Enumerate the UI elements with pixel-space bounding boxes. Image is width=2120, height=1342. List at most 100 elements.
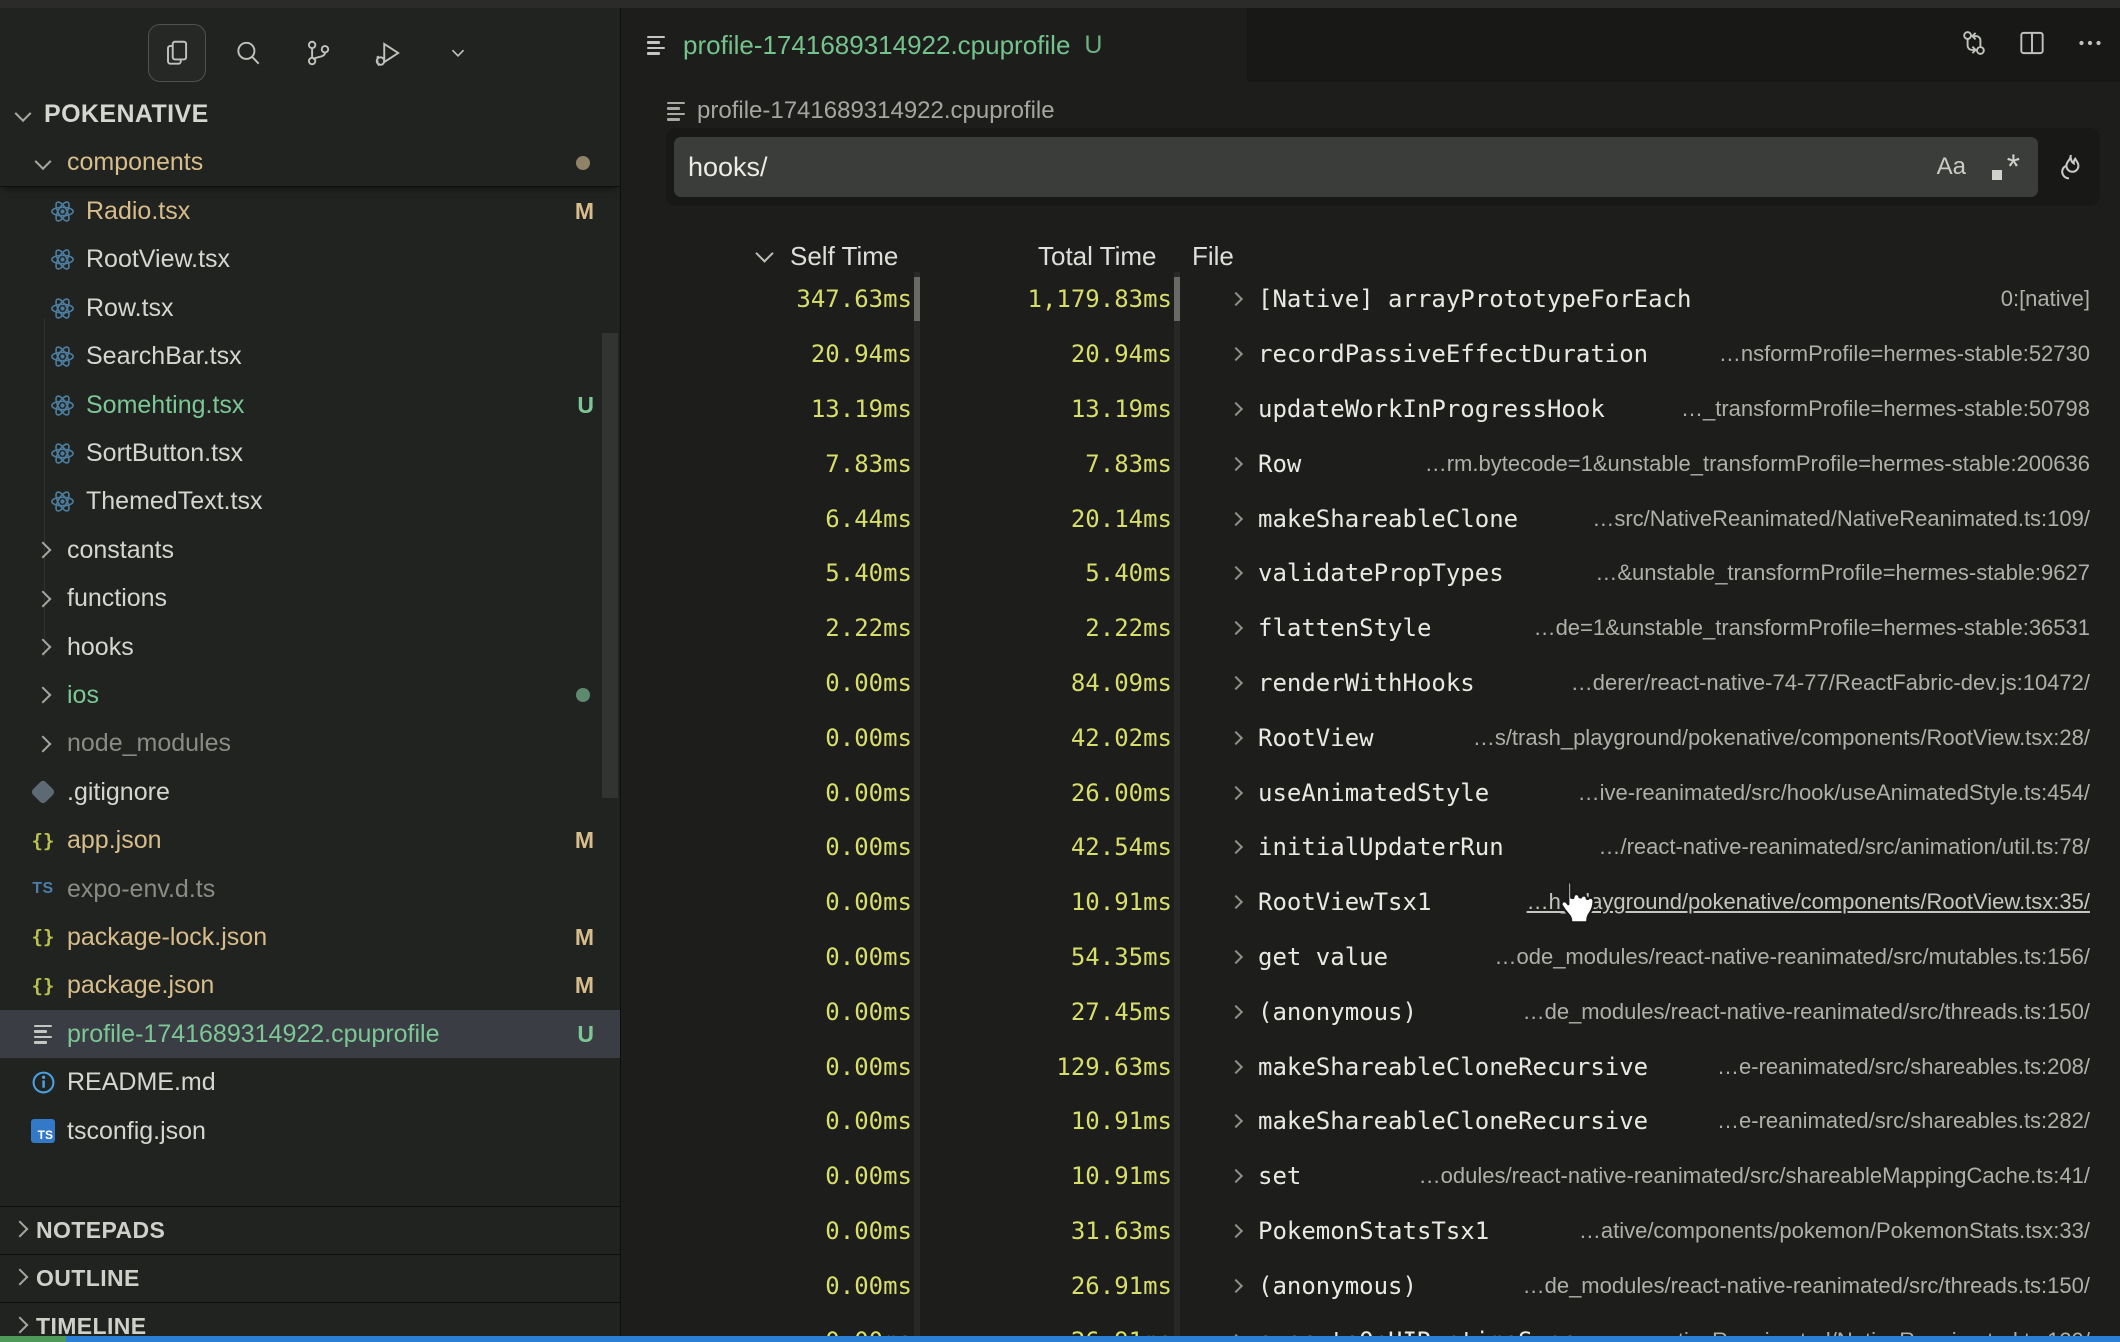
tab-cpuprofile[interactable]: profile-1741689314922.cpuprofile U	[621, 8, 1247, 82]
regex-icon[interactable]	[1988, 150, 2022, 184]
table-row[interactable]: 347.63ms 1,179.83ms [Native] arrayProtot…	[621, 272, 2120, 327]
tree-item-hooks[interactable]: hooks	[0, 623, 620, 671]
table-row[interactable]: 0.00ms 31.63ms PokemonStatsTsx1 …ative/c…	[621, 1204, 2120, 1259]
table-header: Self Time Total Time File	[621, 236, 2120, 276]
file-link[interactable]: …rm.bytecode=1&unstable_transformProfile…	[1425, 436, 2090, 491]
compare-changes-icon[interactable]	[1958, 27, 1990, 64]
git-status-badge: U	[577, 392, 594, 419]
filter-value: hooks/	[688, 152, 1937, 183]
file-link[interactable]: …nsformProfile=hermes-stable:52730	[1719, 327, 2090, 382]
tree-item-components[interactable]: components	[0, 139, 620, 187]
tree-item-constants[interactable]: constants	[0, 526, 620, 574]
tree-item-gitignore[interactable]: .gitignore	[0, 768, 620, 816]
table-row[interactable]: 0.00ms 10.91ms makeShareableCloneRecursi…	[621, 1094, 2120, 1149]
chevron-right-icon	[1231, 875, 1241, 930]
explorer-sidebar: POKENATIVE components Radio.tsx M RootVi…	[0, 8, 620, 1336]
file-link[interactable]: …e-reanimated/src/shareables.ts:208/	[1717, 1039, 2090, 1094]
file-link[interactable]: 0:[native]	[2001, 272, 2090, 327]
chevron-down-icon[interactable]	[430, 25, 486, 81]
table-row[interactable]: 0.00ms 26.00ms useAnimatedStyle …ive-rea…	[621, 765, 2120, 820]
tree-item-app-json[interactable]: app.json M	[0, 816, 620, 864]
table-row[interactable]: 0.00ms 84.09ms renderWithHooks …derer/re…	[621, 656, 2120, 711]
table-row[interactable]: 0.00ms 10.91ms set …odules/react-native-…	[621, 1149, 2120, 1204]
column-total-time[interactable]: Total Time	[1038, 236, 1157, 276]
remote-indicator[interactable]	[0, 1336, 66, 1342]
tree-item-ios[interactable]: ios	[0, 671, 620, 719]
explorer-files-icon[interactable]	[148, 24, 206, 82]
chevron-right-icon	[1231, 1313, 1241, 1336]
section-notepads[interactable]: NOTEPADS	[0, 1206, 620, 1254]
breadcrumb[interactable]: profile-1741689314922.cpuprofile	[667, 94, 1055, 128]
table-row[interactable]: 0.00ms 26.91ms (anonymous) …de_modules/r…	[621, 1258, 2120, 1313]
tree-item-sortbutton[interactable]: SortButton.tsx	[0, 429, 620, 477]
file-link[interactable]: …src/NativeReanimated/NativeReanimated.t…	[1592, 491, 2090, 546]
column-self-time[interactable]: Self Time	[790, 236, 898, 276]
table-row[interactable]: 0.00ms 54.35ms get value …ode_modules/re…	[621, 930, 2120, 985]
more-actions-icon[interactable]	[2074, 27, 2106, 64]
tree-item-tsconfig[interactable]: tsconfig.json	[0, 1107, 620, 1155]
table-row[interactable]: 0.00ms 42.54ms initialUpdaterRun …/react…	[621, 820, 2120, 875]
chevron-right-icon	[1231, 1149, 1241, 1204]
table-row[interactable]: 20.94ms 20.94ms recordPassiveEffectDurat…	[621, 327, 2120, 382]
tree-item-expo-env[interactable]: expo-env.d.ts	[0, 865, 620, 913]
list-icon	[639, 36, 673, 55]
file-link[interactable]: …tiveReanimated/NativeReanimated.ts:129/	[1656, 1313, 2090, 1336]
source-control-icon[interactable]	[290, 25, 346, 81]
table-row[interactable]: 7.83ms 7.83ms Row …rm.bytecode=1&unstabl…	[621, 436, 2120, 491]
file-link[interactable]: …e-reanimated/src/shareables.ts:282/	[1717, 1094, 2090, 1149]
tree-item-searchbar[interactable]: SearchBar.tsx	[0, 333, 620, 381]
flame-icon[interactable]	[2038, 150, 2100, 184]
git-status-badge: M	[575, 198, 594, 225]
match-case-icon[interactable]: Aa	[1937, 153, 1966, 181]
react-icon	[45, 198, 79, 225]
sort-chevron-down-icon	[758, 236, 771, 276]
table-row-hovered[interactable]: 0.00ms 10.91ms RootViewTsx1 …h_playgroun…	[621, 875, 2120, 930]
tree-item-somehting[interactable]: Somehting.tsx U	[0, 381, 620, 429]
file-link[interactable]: …odules/react-native-reanimated/src/shar…	[1419, 1149, 2090, 1204]
tree-item-functions[interactable]: functions	[0, 575, 620, 623]
tree-item-node-modules[interactable]: node_modules	[0, 720, 620, 768]
tree-item-themedtext[interactable]: ThemedText.tsx	[0, 478, 620, 526]
table-row[interactable]: 2.22ms 2.22ms flattenStyle …de=1&unstabl…	[621, 601, 2120, 656]
search-icon[interactable]	[220, 25, 276, 81]
table-row[interactable]: 5.40ms 5.40ms validatePropTypes …&unstab…	[621, 546, 2120, 601]
tree-item-cpuprofile[interactable]: profile-1741689314922.cpuprofile U	[0, 1010, 620, 1058]
react-icon	[45, 488, 79, 515]
file-link[interactable]: …_transformProfile=hermes-stable:50798	[1681, 382, 2090, 437]
table-row[interactable]: 0.00ms 42.02ms RootView …s/trash_playgro…	[621, 710, 2120, 765]
file-link[interactable]: …ive-reanimated/src/hook/useAnimatedStyl…	[1578, 765, 2090, 820]
chevron-right-icon	[1231, 327, 1241, 382]
filter-input[interactable]: hooks/ Aa	[674, 137, 2038, 197]
table-row[interactable]: 13.19ms 13.19ms updateWorkInProgressHook…	[621, 382, 2120, 437]
tree-item-package-json[interactable]: package.json M	[0, 962, 620, 1010]
tree-item-readme[interactable]: README.md	[0, 1058, 620, 1106]
table-row[interactable]: 0.00ms 129.63ms makeShareableCloneRecurs…	[621, 1039, 2120, 1094]
tree-item-row[interactable]: Row.tsx	[0, 284, 620, 332]
chevron-right-icon	[26, 641, 60, 653]
file-link[interactable]: …ative/components/pokemon/PokemonStats.t…	[1579, 1204, 2090, 1259]
sidebar-scrollbar[interactable]	[602, 333, 618, 798]
typescript-def-icon	[26, 880, 60, 898]
table-row[interactable]: 6.44ms 20.14ms makeShareableClone …src/N…	[621, 491, 2120, 546]
split-editor-icon[interactable]	[2016, 27, 2048, 64]
file-link[interactable]: …de_modules/react-native-reanimated/src/…	[1523, 1258, 2090, 1313]
tree-item-radio[interactable]: Radio.tsx M	[0, 187, 620, 235]
file-link[interactable]: …s/trash_playground/pokenative/component…	[1473, 710, 2090, 765]
file-link[interactable]: …&unstable_transformProfile=hermes-stabl…	[1595, 546, 2090, 601]
tree-item-rootview[interactable]: RootView.tsx	[0, 236, 620, 284]
table-row[interactable]: 0.00ms 27.45ms (anonymous) …de_modules/r…	[621, 984, 2120, 1039]
run-debug-icon[interactable]	[360, 25, 416, 81]
file-link[interactable]: …derer/react-native-74-77/ReactFabric-de…	[1571, 656, 2090, 711]
file-link[interactable]: …de_modules/react-native-reanimated/src/…	[1523, 984, 2090, 1039]
section-outline[interactable]: OUTLINE	[0, 1254, 620, 1302]
tab-title: profile-1741689314922.cpuprofile	[683, 30, 1070, 61]
file-link[interactable]: …/react-native-reanimated/src/animation/…	[1598, 820, 2090, 875]
tree-item-package-lock[interactable]: package-lock.json M	[0, 913, 620, 961]
file-link[interactable]: …ode_modules/react-native-reanimated/src…	[1494, 930, 2090, 985]
table-row[interactable]: 0.00ms 26.91ms executeOnUIRuntimeSync …t…	[621, 1313, 2120, 1336]
project-root-header[interactable]: POKENATIVE	[0, 90, 620, 139]
vscode-window: POKENATIVE components Radio.tsx M RootVi…	[0, 0, 2120, 1342]
file-link[interactable]: …de=1&unstable_transformProfile=hermes-s…	[1534, 601, 2090, 656]
file-link[interactable]: …h_playground/pokenative/components/Root…	[1527, 875, 2090, 930]
column-file[interactable]: File	[1192, 236, 1234, 276]
